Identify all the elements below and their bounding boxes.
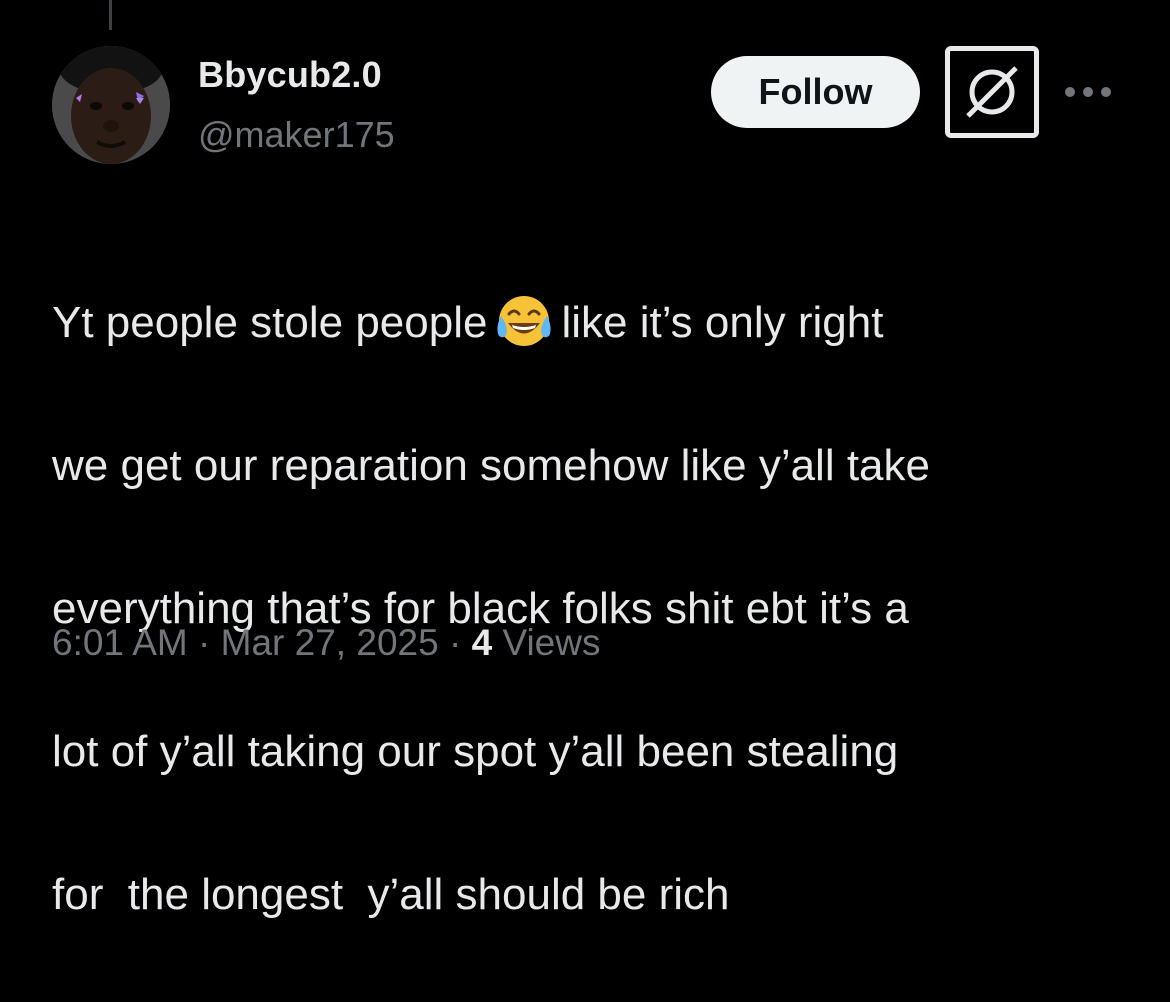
avatar-image [52,46,170,164]
more-options-button[interactable] [1062,74,1114,110]
face-with-tears-of-joy-emoji-icon [497,295,552,346]
thread-connector-line [109,0,112,30]
grok-icon [966,66,1018,118]
grok-button[interactable] [945,46,1039,138]
meta-separator: · [198,622,211,663]
tweet-line: for the longest y’all should be rich [52,869,730,919]
views-label[interactable]: Views [502,622,600,663]
avatar[interactable] [52,46,170,164]
tweet-meta: 6:01 AM · Mar 27, 2025 · 4 Views [52,622,600,664]
tweet-line-text: Yt people stole people [52,297,488,347]
tweet-line: lot of y’all taking our spot y’all been … [52,726,899,776]
follow-button[interactable]: Follow [711,56,920,128]
author-display-name[interactable]: Bbycub2.0 [198,54,382,96]
tweet-date[interactable]: Mar 27, 2025 [221,622,439,663]
tweet-line: we get our reparation somehow like y’all… [52,440,931,490]
tweet-line: Yt people stole people like it’s only ri… [52,287,1142,359]
views-count[interactable]: 4 [472,622,493,663]
tweet-text: Yt people stole people like it’s only ri… [52,215,1142,1002]
author-handle[interactable]: @maker175 [198,114,395,156]
more-icon [1065,87,1111,97]
tweet-line-text: like it’s only right [561,297,884,347]
meta-separator: · [448,622,462,663]
tweet-time[interactable]: 6:01 AM [52,622,188,663]
